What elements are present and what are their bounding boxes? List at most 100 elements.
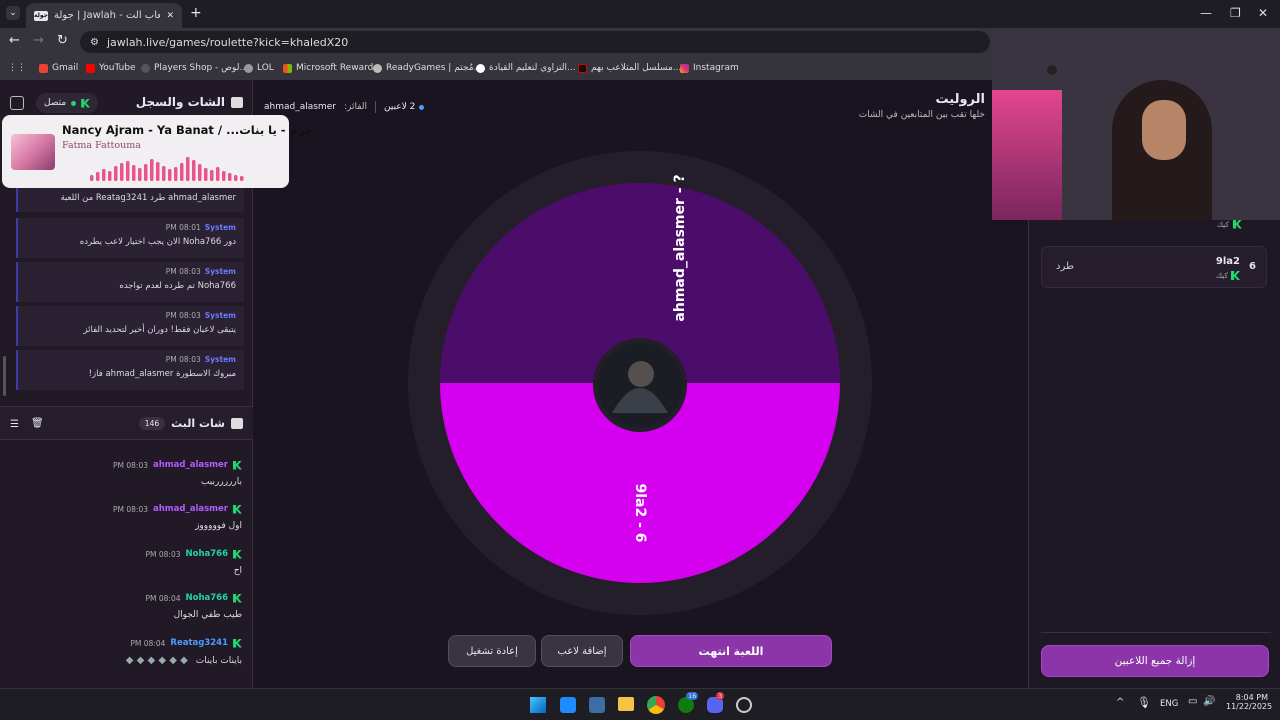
log-title: الشات والسجل: [136, 95, 243, 109]
tab-jawlah[interactable]: جولة جولة | Jawlah - منصة الألعاب الت...…: [26, 3, 182, 28]
visualizer-bar: [96, 172, 100, 181]
visualizer-bar: [120, 163, 124, 181]
bookmark-players-shop[interactable]: Players Shop - لوص...: [141, 60, 248, 76]
clock[interactable]: 8:04 PM 11/22/2025: [1226, 693, 1272, 711]
forward-arrow-icon[interactable]: →: [33, 33, 44, 48]
bookmark-series[interactable]: مسلسل المتلاعب بهم...: [578, 60, 681, 76]
bookmark-youtube[interactable]: YouTube: [86, 60, 136, 76]
visualizer-bar: [90, 175, 94, 181]
kick-icon: [233, 638, 242, 648]
visualizer-bar: [150, 159, 154, 181]
address-bar[interactable]: ⚙ jawlah.live/games/roulette?kick=khaled…: [80, 31, 990, 53]
bookmark-gmail[interactable]: Gmail: [39, 60, 78, 76]
tab-list-button[interactable]: ⌄: [6, 6, 20, 20]
tray-expand-icon[interactable]: ^: [1116, 697, 1124, 708]
language-indicator[interactable]: ENG: [1160, 699, 1178, 709]
taskbar: 16 3 ^ 🎙 ENG ▭ 🔊 8:04 PM 11/22/2025: [0, 688, 1280, 720]
visualizer-bar: [234, 175, 238, 181]
kick-icon: [233, 460, 242, 470]
divider: [375, 101, 376, 113]
close-window-button[interactable]: ✕: [1258, 6, 1268, 20]
visualizer-bar: [240, 176, 244, 181]
new-tab-button[interactable]: +: [190, 5, 202, 21]
close-tab-icon[interactable]: ✕: [166, 11, 174, 21]
connection-status: متصل: [36, 93, 99, 113]
chat-message: Noha766 08:03 PM اح: [145, 549, 242, 576]
app-icon[interactable]: [736, 697, 752, 713]
players-shop-icon: [141, 63, 150, 73]
track-title: Nancy Ajram - Ya Banat / ...جرم - يا بنا…: [62, 123, 314, 137]
chat-message: Noha766 08:04 PM طيب طفي الجوال: [145, 593, 242, 620]
bookmark-readygames[interactable]: ReadyGames | مُجتم...: [373, 60, 482, 76]
visualizer-bar: [174, 167, 178, 181]
network-icon[interactable]: ▭: [1188, 696, 1197, 707]
chat-message: ahmad_alasmer 08:03 PM بارررررببب: [113, 460, 242, 487]
apps-grid-icon[interactable]: ⋮⋮: [8, 60, 26, 76]
outlook-icon[interactable]: [560, 697, 576, 713]
album-art: [11, 134, 55, 170]
visualizer-bar: [114, 166, 118, 181]
kick-icon: [81, 98, 91, 108]
visualizer-bar: [156, 162, 160, 181]
kick-player-button[interactable]: طرد: [1056, 261, 1074, 272]
log-item: System 08:03 PM يتبقى لاعبان فقط! دوران أ…: [16, 306, 244, 346]
divider: [1041, 632, 1271, 633]
roulette-wheel[interactable]: ahmad_alasmer - ? 9la2 - 6: [405, 148, 875, 618]
chat-message: Reatag3241 08:04 PM باينات باينات ◆ ◆ ◆ ◆…: [125, 638, 242, 666]
page-subtitle: خلها تقب بين المتابعين في الشات: [858, 110, 985, 120]
visualizer-bar: [132, 165, 136, 181]
microphone-icon[interactable]: 🎙: [1137, 696, 1151, 709]
visualizer-bar: [108, 171, 112, 181]
log-item: System 08:03 PM مبروك الاسطورة ahmad_alas…: [16, 350, 244, 390]
minimize-button[interactable]: —: [1200, 6, 1212, 20]
tab-title: جولة | Jawlah - منصة الألعاب الت...: [54, 10, 161, 21]
maximize-button[interactable]: ❐: [1230, 6, 1241, 20]
track-artist: Fatma Fattouma: [62, 140, 141, 151]
chat-bubble-icon: [231, 418, 243, 429]
readygames-icon: [373, 63, 382, 73]
emote-icons: ◆ ◆ ◆ ◆ ◆ ◆: [125, 655, 188, 666]
game-info: 2 لاعبين الفائز: ahmad_alasmer: [264, 101, 425, 113]
webcam-background-light: [992, 90, 1062, 220]
start-icon[interactable]: [530, 697, 546, 713]
trash-icon[interactable]: 🗑: [31, 418, 44, 429]
webcam-face: [1142, 100, 1186, 160]
webcam-overlay: [992, 30, 1280, 220]
bookmark-driving-school[interactable]: التزاوي لتعليم القيادة...: [476, 60, 576, 76]
kick-icon: [1233, 219, 1242, 229]
site-info-icon[interactable]: ⚙: [90, 37, 99, 48]
bookmark-lol[interactable]: LOL: [244, 60, 274, 76]
slice-top-label: ahmad_alasmer - ?: [672, 174, 688, 321]
series-icon: [578, 63, 587, 73]
browser-tab-bar: ⌄ جولة جولة | Jawlah - منصة الألعاب الت.…: [0, 0, 1280, 28]
add-player-button[interactable]: إضافة لاعب: [541, 635, 623, 667]
instagram-icon: [680, 63, 689, 73]
xbox-badge: 16: [686, 692, 699, 700]
game-over-button[interactable]: اللعبة انتهت: [630, 635, 832, 667]
bookmark-microsoft-rewards[interactable]: Microsoft Rewards: [283, 60, 378, 76]
visualizer-bar: [192, 160, 196, 181]
visualizer-bar: [198, 164, 202, 181]
chat-message: ahmad_alasmer 08:03 PM اول فوووووز: [113, 504, 242, 531]
remove-all-players-button[interactable]: إزالة جميع اللاعبين: [1041, 645, 1269, 677]
chrome-icon[interactable]: [647, 696, 665, 714]
gmail-icon: [39, 63, 48, 73]
log-item: System 08:03 PM Noha766 تم طرده لعدم تواج…: [16, 262, 244, 302]
online-dot-icon: [71, 100, 77, 106]
store-icon[interactable]: [589, 697, 605, 713]
restart-button[interactable]: إعادة تشغيل: [448, 635, 536, 667]
file-explorer-icon[interactable]: [618, 697, 634, 711]
visualizer-bar: [138, 168, 142, 181]
visualizer-bar: [144, 164, 148, 181]
reload-icon[interactable]: ↻: [57, 33, 68, 48]
bookmark-instagram[interactable]: Instagram: [680, 60, 739, 76]
volume-icon[interactable]: 🔊: [1203, 696, 1215, 707]
back-arrow-icon[interactable]: ←: [9, 33, 20, 48]
player-name: 9la2: [1215, 256, 1240, 267]
visualizer-bar: [186, 157, 190, 181]
collapse-panel-icon[interactable]: [10, 96, 24, 110]
filter-icon[interactable]: ☰: [10, 419, 19, 430]
visualizer-bar: [180, 163, 184, 181]
player-platform: كيك: [1216, 271, 1240, 280]
log-scrollbar[interactable]: [3, 356, 6, 396]
